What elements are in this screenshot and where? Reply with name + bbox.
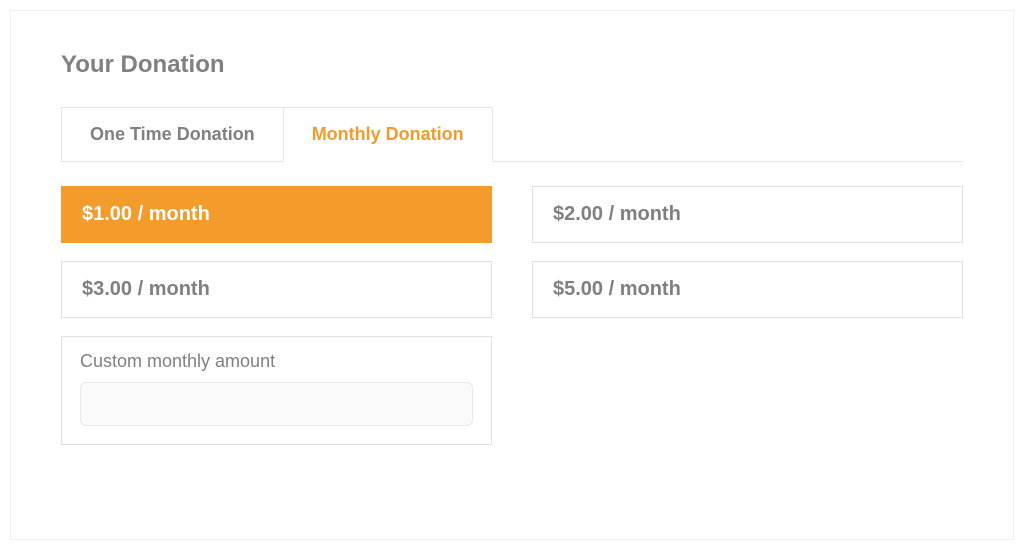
custom-amount-label: Custom monthly amount	[80, 351, 473, 372]
section-heading: Your Donation	[61, 51, 963, 79]
tab-monthly[interactable]: Monthly Donation	[283, 107, 493, 162]
amount-option-5[interactable]: $5.00 / month	[532, 261, 963, 318]
amount-option-3[interactable]: $3.00 / month	[61, 261, 492, 318]
tab-one-time[interactable]: One Time Donation	[61, 107, 284, 161]
donation-type-tabs: One Time Donation Monthly Donation	[61, 107, 963, 162]
amount-options-grid: $1.00 / month $2.00 / month $3.00 / mont…	[61, 186, 963, 445]
custom-amount-input[interactable]	[80, 382, 473, 426]
custom-amount-box: Custom monthly amount	[61, 336, 492, 445]
amount-option-2[interactable]: $2.00 / month	[532, 186, 963, 243]
amount-option-1[interactable]: $1.00 / month	[61, 186, 492, 243]
donation-form: Your Donation One Time Donation Monthly …	[10, 10, 1014, 540]
